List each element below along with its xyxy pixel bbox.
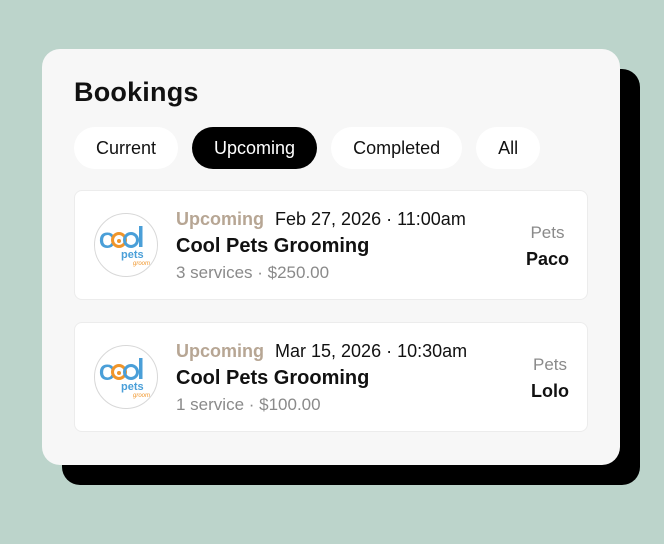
booking-datetime: Mar 15, 2026 · 10:30am — [275, 341, 468, 361]
tab-all[interactable]: All — [476, 127, 541, 169]
tab-current[interactable]: Current — [74, 127, 179, 169]
pets-label: Pets — [530, 223, 565, 242]
tab-completed[interactable]: Completed — [331, 127, 463, 169]
cool-pets-logo-icon: C pets groom — [94, 345, 158, 409]
pets-info: Pets Lolo — [531, 355, 569, 402]
logo-word-groom: groom — [133, 261, 150, 267]
logo-word-groom: groom — [133, 393, 150, 399]
booking-card[interactable]: C pets groom Upcoming Mar 15, 2026 · 10:… — [74, 322, 588, 432]
pet-name: Paco — [525, 249, 569, 269]
status-badge: Upcoming — [176, 209, 264, 229]
booking-details: 3 services · $250.00 — [176, 263, 330, 282]
booking-datetime: Feb 27, 2026 · 11:00am — [275, 209, 466, 229]
bookings-card: Bookings Current Upcoming Completed All … — [42, 49, 620, 465]
vendor-name: Cool Pets Grooming — [176, 367, 370, 389]
logo-word-pets: pets — [121, 249, 144, 261]
booking-card[interactable]: C pets groom Upcoming Feb 27, 2026 · 11:… — [74, 190, 588, 300]
status-badge: Upcoming — [176, 341, 264, 361]
pets-label: Pets — [532, 355, 568, 374]
booking-details: 1 service · $100.00 — [176, 395, 321, 414]
pet-name: Lolo — [531, 381, 569, 401]
booking-tabs: Current Upcoming Completed All — [74, 127, 541, 169]
pets-info: Pets Paco — [526, 223, 569, 270]
page-title: Bookings — [74, 77, 199, 107]
vendor-name: Cool Pets Grooming — [176, 235, 370, 257]
tab-upcoming[interactable]: Upcoming — [192, 127, 318, 169]
cool-pets-logo-icon: C pets groom — [94, 213, 158, 277]
logo-word-pets: pets — [121, 381, 144, 393]
